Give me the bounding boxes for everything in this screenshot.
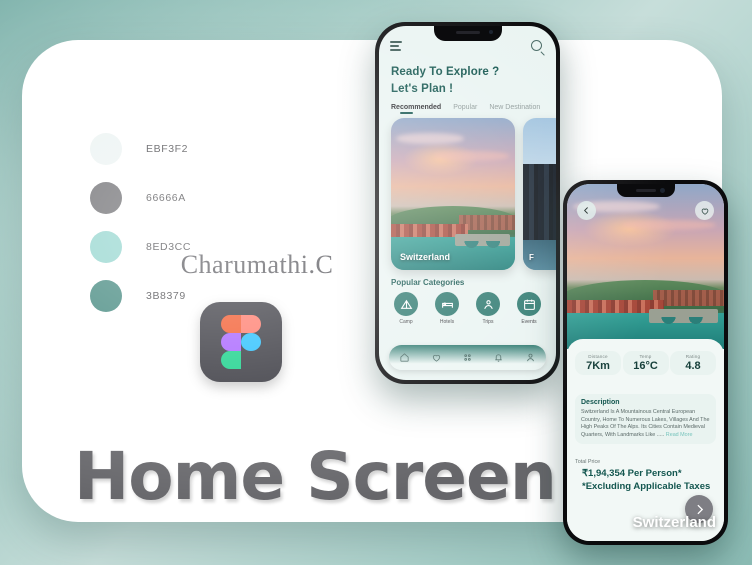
description-block: Description Switzerland Is A Mountainous… [575,394,716,445]
search-icon[interactable] [531,40,545,56]
destination-title: Switzerland [632,514,716,531]
color-hex-label: 3B8379 [146,290,186,302]
category-tabs: Recommended Popular New Destination [391,104,546,114]
color-swatch [90,280,122,312]
bed-icon [435,292,459,316]
destination-card-name: Switzerland [400,252,451,262]
description-text: Switzerland Is A Mountainous Central Eur… [581,409,710,439]
home-icon[interactable] [399,352,410,363]
destination-card-name: F [529,253,534,262]
stat-key: Distance [588,354,608,359]
home-screen: Ready To Explore ? Let's Plan ! Recommen… [379,26,556,380]
heading-line-1: Ready To Explore ? [391,66,500,78]
grid-icon[interactable] [462,352,473,363]
hamburger-icon[interactable] [390,41,402,53]
favorite-button[interactable] [695,201,714,220]
detail-sheet: Distance 7Km Temp 16°C Rating 4.8 Descri… [567,339,724,541]
calendar-icon [517,292,541,316]
back-button[interactable] [577,201,596,220]
stat-distance: Distance 7Km [575,351,621,375]
palette-row: 66666A [90,179,191,217]
destination-card[interactable]: Switzerland [391,118,515,270]
stat-key: Temp [639,354,652,359]
destination-card-list: Switzerland F [391,118,556,270]
heart-icon[interactable] [431,352,442,363]
figma-logo-icon [200,302,282,382]
price-label: Total Price [575,459,601,465]
stats-row: Distance 7Km Temp 16°C Rating 4.8 [575,351,716,375]
detail-screen: Switzerland Distance 7Km Temp 16°C Ratin… [567,184,724,541]
designer-signature: Charumathi.C [180,250,334,279]
destination-card[interactable]: F [523,118,556,270]
category-events[interactable]: Events [514,292,544,325]
stat-value: 7Km [586,360,610,372]
home-topbar [390,40,545,56]
palette-row: EBF3F2 [90,130,191,168]
home-heading: Ready To Explore ? Let's Plan ! [391,64,499,98]
person-icon[interactable] [525,352,536,363]
read-more-link[interactable]: Read More [666,432,693,438]
stat-value: 4.8 [685,360,701,372]
tab-popular[interactable]: Popular [453,104,477,111]
phone-notch [616,184,675,197]
bell-icon[interactable] [493,352,504,363]
stat-temp: Temp 16°C [622,351,669,375]
price-value: ₹1,94,354 Per Person* *Excluding Applica… [582,468,711,492]
category-hotels[interactable]: Hotels [432,292,462,325]
switzerland-photo [391,118,515,270]
stat-value: 16°C [633,360,658,372]
category-label: Trips [482,319,494,325]
phone-mockup-detail: Switzerland Distance 7Km Temp 16°C Ratin… [563,180,728,545]
category-label: Camp [399,319,413,325]
heading-line-2: Let's Plan ! [391,83,454,95]
tab-new-destination[interactable]: New Destination [489,104,540,111]
category-trips[interactable]: Trips [473,292,503,325]
page-title: Home Screen [74,438,557,515]
phone-mockup-home: Ready To Explore ? Let's Plan ! Recommen… [375,22,560,384]
tent-icon [394,292,418,316]
bottom-navigation [389,345,546,370]
color-palette: EBF3F2 66666A 8ED3CC 3B8379 [90,130,191,326]
stat-rating: Rating 4.8 [670,351,716,375]
tab-recommended[interactable]: Recommended [391,104,441,114]
popular-categories-list: Camp Hotels Trips Events [391,292,544,325]
city-photo [523,118,556,270]
popular-categories-title: Popular Categories [391,278,465,287]
background: EBF3F2 66666A 8ED3CC 3B8379 Charumathi.C… [0,0,752,565]
price-block: Total Price ₹1,94,354 Per Person* *Exclu… [575,459,716,523]
phone-notch [433,26,502,41]
color-swatch [90,182,122,214]
category-camp[interactable]: Camp [391,292,421,325]
color-hex-label: EBF3F2 [146,143,189,155]
color-swatch [90,231,122,263]
color-hex-label: 66666A [146,192,186,204]
palette-row: 3B8379 [90,277,191,315]
stat-key: Rating [685,354,701,359]
color-swatch [90,133,122,165]
trip-pin-icon [476,292,500,316]
category-label: Events [521,319,537,325]
description-title: Description [581,399,620,406]
category-label: Hotels [439,319,455,325]
